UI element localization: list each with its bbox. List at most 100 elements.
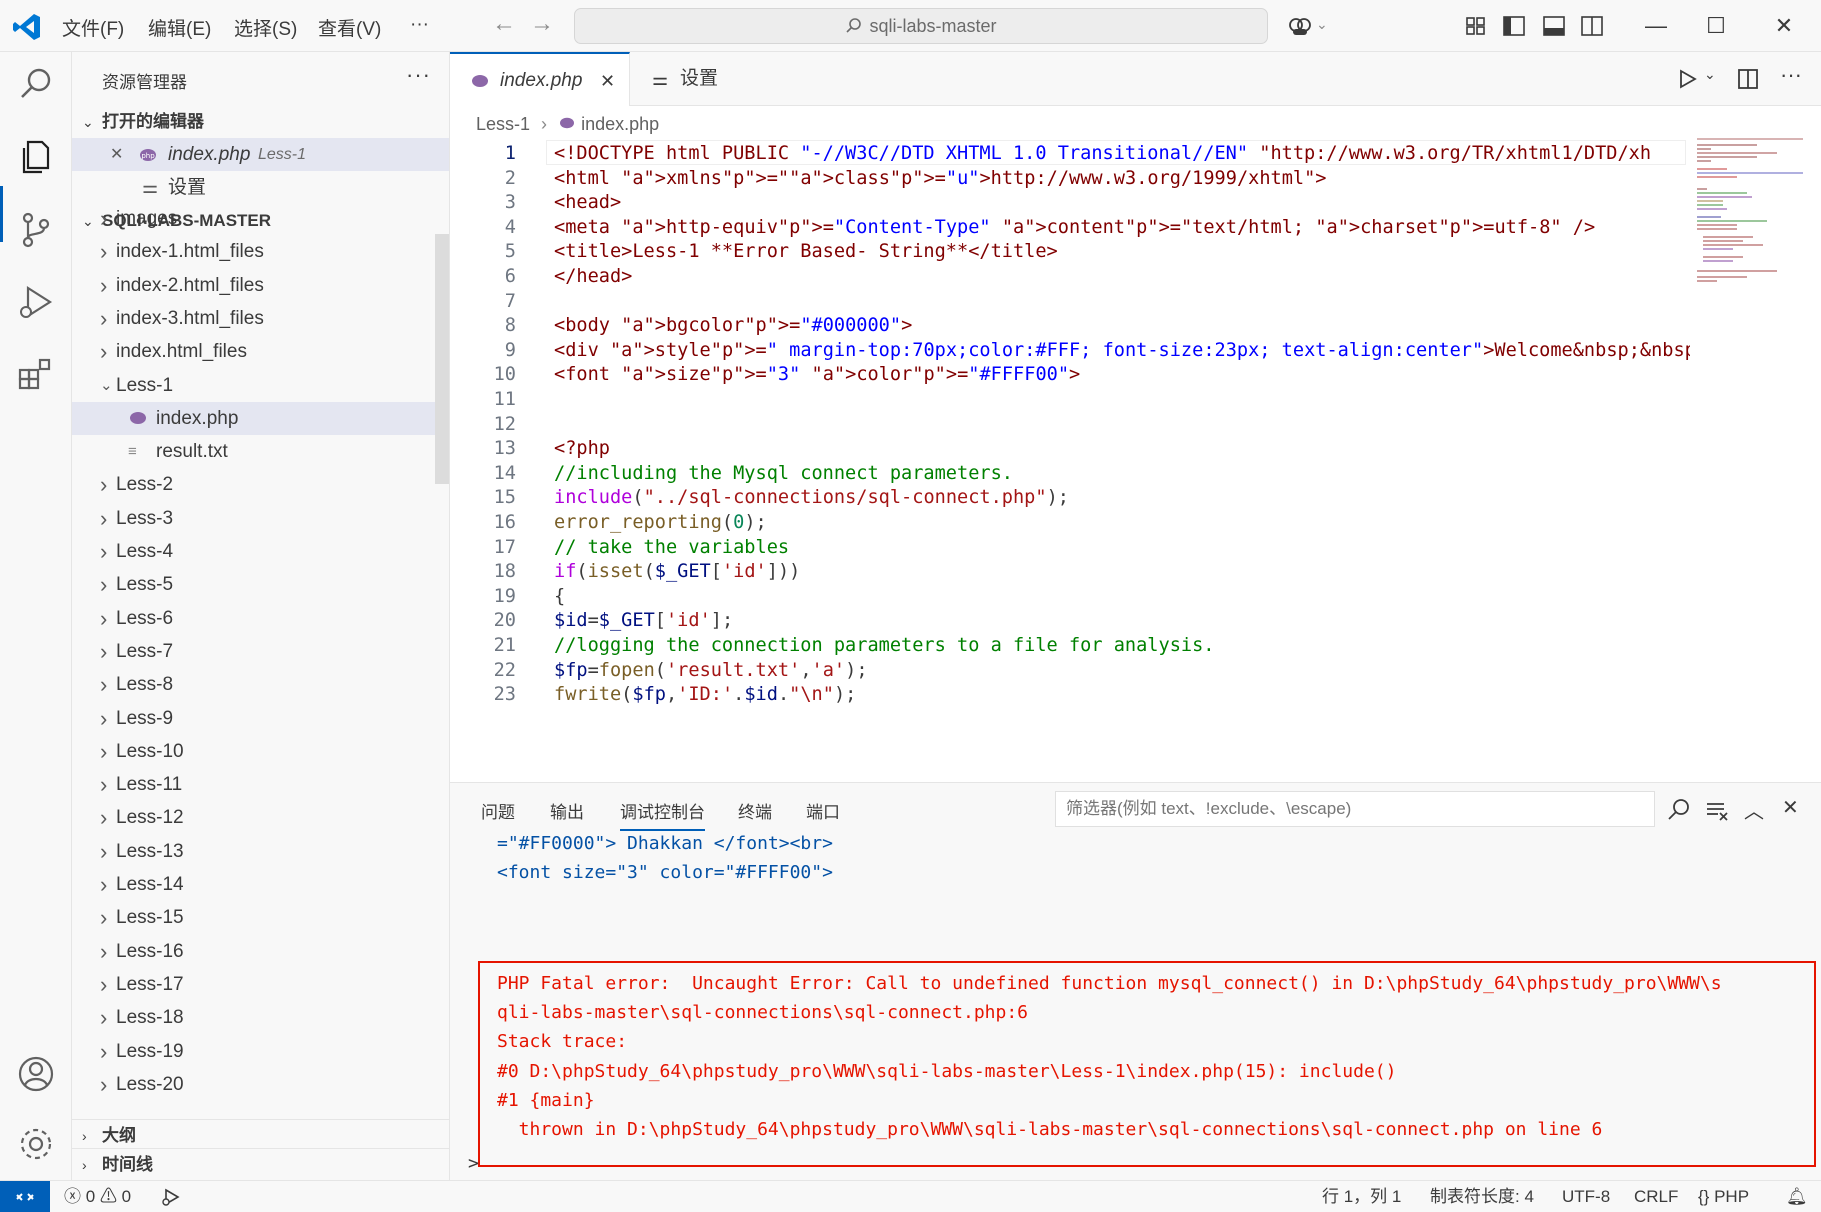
editor-tab-bar: index.php ✕ ⚌ 设置 ⌄ ··· <box>450 52 1821 106</box>
remote-indicator[interactable] <box>0 1181 50 1212</box>
maximize-panel-chevron-up-icon[interactable]: ︿ <box>1744 795 1764 824</box>
tree-item[interactable]: › Less-13 <box>72 835 449 868</box>
timeline-header[interactable]: › 时间线 <box>72 1148 449 1180</box>
toggle-primary-sidebar-icon[interactable] <box>1500 12 1528 40</box>
explorer-icon[interactable] <box>14 134 58 178</box>
toggle-secondary-sidebar-icon[interactable] <box>1578 12 1606 40</box>
end-of-line[interactable]: CRLF <box>1634 1181 1678 1212</box>
tree-item[interactable]: › Less-8 <box>72 668 449 701</box>
tree-item[interactable]: › images <box>72 202 449 235</box>
search-icon[interactable] <box>14 62 58 106</box>
tree-item[interactable]: › Less-11 <box>72 768 449 801</box>
close-tab-icon[interactable]: ✕ <box>600 54 615 108</box>
tree-item[interactable]: › Less-6 <box>72 602 449 635</box>
code-editor[interactable]: 1 <!DOCTYPE html PUBLIC "-//W3C//DTD XHTM… <box>450 140 1690 782</box>
menu-file[interactable]: 文件(F) <box>62 14 124 41</box>
copilot-icon[interactable] <box>1286 12 1314 40</box>
tree-item[interactable]: › Less-20 <box>72 1068 449 1101</box>
extensions-icon[interactable] <box>14 352 58 396</box>
search-icon[interactable] <box>1666 797 1692 823</box>
console-output-line: ="#FF0000"> Dhakkan </font><br> <box>497 833 833 854</box>
open-editor-settings[interactable]: ⚌ 设置 <box>72 171 449 204</box>
source-control-icon[interactable] <box>14 208 58 252</box>
minimap[interactable] <box>1697 138 1803 298</box>
indentation[interactable]: 制表符长度: 4 <box>1430 1181 1534 1212</box>
open-editor-index-php[interactable]: ✕ php index.php Less-1 <box>72 138 449 171</box>
tree-item-label: Less-18 <box>116 1007 184 1029</box>
editor-more-actions-icon[interactable]: ··· <box>1780 62 1802 88</box>
tree-item-label: Less-7 <box>116 640 174 662</box>
chevron-right-icon: › <box>100 872 108 897</box>
problems-status[interactable]: ⓧ 0 ⚠ 0 <box>64 1181 131 1212</box>
language-mode[interactable]: {} PHP <box>1698 1181 1749 1212</box>
menu-select[interactable]: 选择(S) <box>234 14 297 41</box>
tree-item[interactable]: › index-3.html_files <box>72 302 449 335</box>
activity-bar <box>0 52 72 1180</box>
close-window-button[interactable]: ✕ <box>1768 10 1800 42</box>
tree-item[interactable]: › Less-9 <box>72 702 449 735</box>
toggle-panel-icon[interactable] <box>1540 12 1568 40</box>
forward-arrow-icon[interactable]: → <box>530 10 554 38</box>
chevron-right-icon: › <box>541 114 548 134</box>
tree-item[interactable]: › Less-4 <box>72 535 449 568</box>
tree-item[interactable]: › Less-16 <box>72 935 449 968</box>
run-chevron-down-icon[interactable]: ⌄ <box>1704 66 1716 83</box>
encoding[interactable]: UTF-8 <box>1562 1181 1610 1212</box>
minimize-button[interactable]: — <box>1640 10 1672 42</box>
tree-item[interactable]: › Less-3 <box>72 502 449 535</box>
debug-status-icon[interactable] <box>160 1187 182 1207</box>
tree-item[interactable]: › index.html_files <box>72 335 449 368</box>
back-arrow-icon[interactable]: ← <box>492 10 516 38</box>
menu-more[interactable]: ··· <box>410 14 429 36</box>
tree-item[interactable]: › Less-2 <box>72 468 449 501</box>
console-error-line: #0 D:\phpStudy_64\phpstudy_pro\WWW\sqli-… <box>497 1060 1397 1082</box>
explorer-more-actions-icon[interactable]: ··· <box>406 62 431 88</box>
panel-tab-ports[interactable]: 端口 <box>806 795 840 831</box>
cursor-position[interactable]: 行 1，列 1 <box>1322 1181 1401 1212</box>
tree-item[interactable]: › Less-15 <box>72 901 449 934</box>
menu-edit[interactable]: 编辑(E) <box>148 14 211 41</box>
sidebar-scrollbar[interactable] <box>435 234 449 484</box>
tree-item[interactable]: ⌄ Less-1 <box>72 369 449 402</box>
tree-item[interactable]: › index-1.html_files <box>72 235 449 268</box>
breadcrumb-folder[interactable]: Less-1 <box>476 114 530 134</box>
panel-tab-problems[interactable]: 问题 <box>481 795 515 831</box>
run-debug-icon[interactable] <box>14 280 58 324</box>
tree-item-label: Less-2 <box>116 474 174 496</box>
console-input-prompt[interactable]: > <box>468 1153 479 1174</box>
outline-header[interactable]: › 大纲 <box>72 1119 449 1151</box>
breadcrumb-file[interactable]: index.php <box>581 114 659 134</box>
tree-item[interactable]: › Less-19 <box>72 1035 449 1068</box>
debug-console-filter-input[interactable]: 筛选器(例如 text、!exclude、\escape) <box>1055 791 1655 827</box>
close-icon[interactable]: ✕ <box>110 138 123 171</box>
tree-item[interactable]: › Less-7 <box>72 635 449 668</box>
open-editors-header[interactable]: ⌄ 打开的编辑器 <box>72 106 449 138</box>
chevron-right-icon: › <box>100 305 108 331</box>
tree-item[interactable]: index.php <box>72 401 449 435</box>
notifications-bell-icon[interactable]: 🔔︎ <box>1786 1181 1808 1212</box>
panel-tab-output[interactable]: 输出 <box>550 795 584 831</box>
tree-item[interactable]: › index-2.html_files <box>72 269 449 302</box>
tree-item[interactable]: ≡ result.txt <box>72 435 449 468</box>
clear-console-icon[interactable] <box>1704 797 1730 823</box>
customize-layout-icon[interactable] <box>1462 12 1490 40</box>
settings-gear-icon[interactable] <box>14 1122 58 1166</box>
account-icon[interactable] <box>14 1052 58 1096</box>
tree-item[interactable]: › Less-12 <box>72 801 449 834</box>
tree-item[interactable]: › Less-5 <box>72 568 449 601</box>
panel-tab-debug-console[interactable]: 调试控制台 <box>620 795 705 831</box>
menu-view[interactable]: 查看(V) <box>318 14 381 41</box>
tree-item[interactable]: › Less-18 <box>72 1001 449 1034</box>
tab-index-php[interactable]: index.php ✕ <box>450 52 630 106</box>
split-editor-icon[interactable] <box>1736 67 1760 91</box>
tab-settings[interactable]: ⚌ 设置 <box>630 52 750 106</box>
maximize-button[interactable]: ☐ <box>1700 10 1732 42</box>
run-icon[interactable] <box>1676 68 1698 90</box>
tree-item[interactable]: › Less-10 <box>72 735 449 768</box>
close-panel-icon[interactable]: ✕ <box>1782 795 1799 820</box>
copilot-chevron-down-icon[interactable]: ⌄ <box>1316 16 1328 33</box>
tree-item[interactable]: › Less-14 <box>72 868 449 901</box>
panel-tab-terminal[interactable]: 终端 <box>738 795 772 831</box>
command-center-search[interactable]: sqli-labs-master <box>574 8 1268 44</box>
tree-item[interactable]: › Less-17 <box>72 968 449 1001</box>
